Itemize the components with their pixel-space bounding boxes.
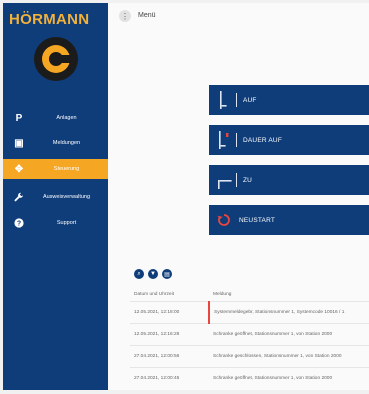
cell-date: 27.04.2021, 12:00:45 [130,367,209,389]
svg-text:?: ? [17,220,21,227]
divider [236,93,237,107]
sidebar-item-label: Meldungen [52,140,81,146]
main-content: ⋮ Menü AUF DAUER AUF ZU NEUSTART ⌕ ▼ ▤ D… [108,3,369,390]
barrier-down-icon [215,165,233,195]
cell-date: 27.04.2021, 12:00:56 [130,345,209,368]
sidebar-item-support[interactable]: ? Support [3,213,108,233]
search-icon[interactable]: ⌕ [134,269,144,279]
filter-icon[interactable]: ▼ [148,269,158,279]
sidebar-item-label: Anlagen [56,115,77,121]
neustart-label: NEUSTART [239,216,276,224]
avatar [34,37,78,81]
help-icon: ? [13,213,25,233]
table-row[interactable]: 12.05.2021, 12:16:28 Schranke geöffnet, … [130,323,369,346]
barrier-up-icon [215,85,233,115]
restart-icon [215,205,233,235]
menu-label: Menü [138,12,156,19]
control-icon: ✥ [14,163,24,175]
sidebar-item-label: Support [56,220,77,226]
barrier-permanent-open-icon [215,125,233,155]
auf-button[interactable]: AUF [209,85,369,115]
table-header-row: Datum und Uhrzeit Meldung [130,287,369,302]
sidebar: HÖRMANN P Anlagen ▣ Meldungen ✥ Steuerun… [3,3,108,390]
zu-button[interactable]: ZU [209,165,369,195]
sidebar-item-label: Steuerung [53,166,80,172]
column-header-message[interactable]: Meldung [209,287,369,302]
neustart-button[interactable]: NEUSTART [209,205,369,235]
menu-icon: ⋮ [121,11,129,21]
divider [236,133,237,147]
cell-message: Schranke geöffnet, Stationsnummer 1, von… [209,323,369,346]
brand-logo: HÖRMANN [9,11,90,28]
cell-date: 12.05.2021, 12:16:28 [130,323,209,346]
log-toolbar: ⌕ ▼ ▤ [134,269,172,279]
dauer-auf-label: DAUER AUF [243,136,283,144]
sidebar-item-ausweisverwaltung[interactable]: Ausweisverwaltung [3,187,108,207]
top-bar: ⋮ Menü [108,3,369,33]
table-row[interactable]: 12.05.2021, 12:18:00 Systemmeldegebr, St… [130,301,369,324]
sidebar-item-label: Ausweisverwaltung [42,194,91,200]
messages-icon: ▣ [14,137,24,149]
menu-button[interactable]: ⋮ [119,10,131,22]
message-log-table: Datum und Uhrzeit Meldung 12.05.2021, 12… [130,287,369,389]
table-row[interactable]: 27.04.2021, 12:00:56 Schranke geschlosse… [130,345,369,368]
avatar-notch [56,55,72,63]
zu-label: ZU [243,176,253,184]
export-icon[interactable]: ▤ [162,269,172,279]
auf-label: AUF [243,96,257,104]
wrench-icon [13,187,25,207]
dauer-auf-button[interactable]: DAUER AUF [209,125,369,155]
app-window: HÖRMANN P Anlagen ▣ Meldungen ✥ Steuerun… [3,3,369,390]
sidebar-item-steuerung[interactable]: ✥ Steuerung [3,159,108,179]
parking-icon: P [15,112,23,124]
cell-message: Systemmeldegebr, Stationsnummer 1, Syste… [208,301,369,324]
cell-message: Schranke geschlossen, Stationsnummer 1, … [209,345,369,368]
sidebar-item-meldungen[interactable]: ▣ Meldungen [3,133,108,153]
cell-date: 12.05.2021, 12:18:00 [130,301,209,324]
divider [236,173,237,187]
sidebar-item-anlagen[interactable]: P Anlagen [3,108,108,128]
cell-message: Schranke geöffnet, Stationsnummer 1, von… [209,367,369,389]
column-header-date[interactable]: Datum und Uhrzeit [130,287,209,302]
table-row[interactable]: 27.04.2021, 12:00:45 Schranke geöffnet, … [130,367,369,389]
